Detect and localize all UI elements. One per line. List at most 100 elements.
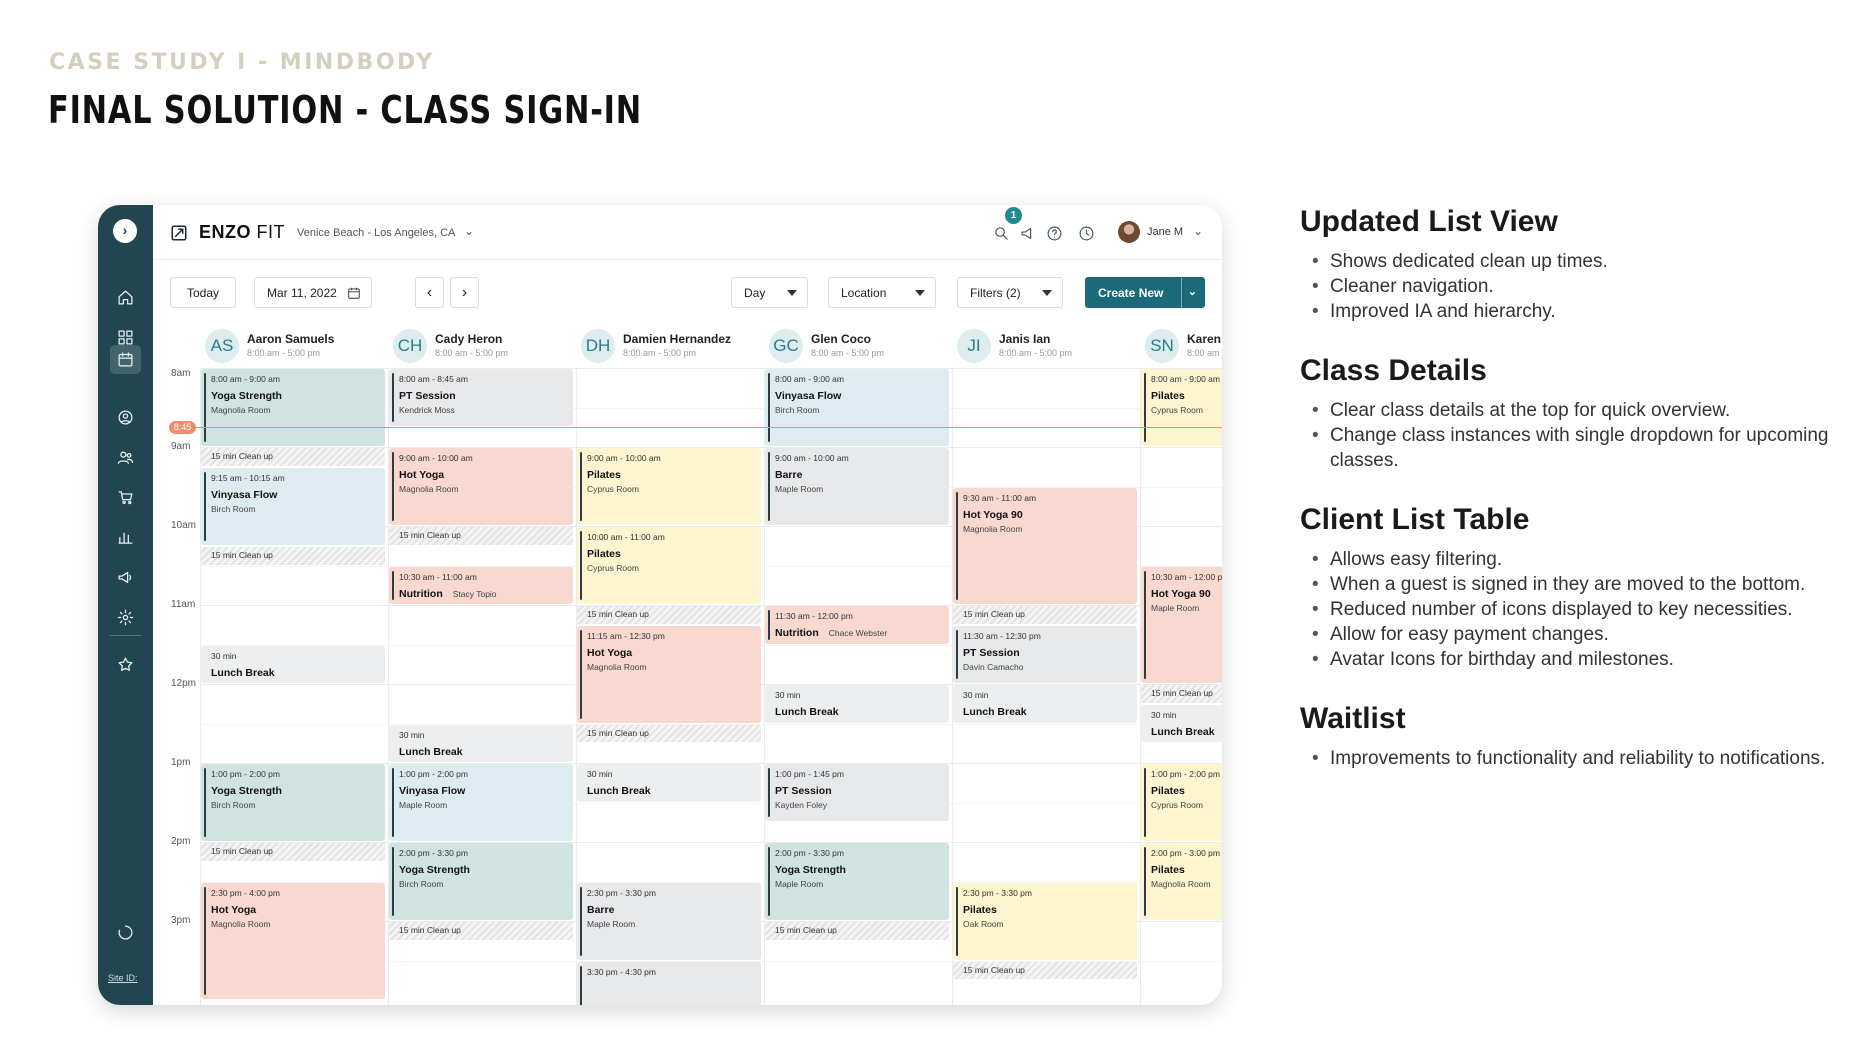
hour-label: 8am [171, 368, 191, 379]
clock-icon[interactable] [1075, 222, 1097, 244]
staff-name: Glen Coco [811, 332, 872, 346]
reports-icon[interactable] [113, 525, 138, 550]
class-event[interactable]: 8:00 am - 9:00 am Vinyasa Flow Birch Room [765, 369, 949, 446]
calendar-icon[interactable] [110, 345, 141, 374]
event-title: Nutrition Stacy Topio [399, 586, 568, 602]
staff-column-header[interactable]: GC Glen Coco 8:00 am - 5:00 pm [769, 325, 925, 367]
staff-icon[interactable] [113, 445, 138, 470]
logo-icon [170, 224, 188, 242]
cleanup-block[interactable]: 15 min Clean up [953, 961, 1137, 980]
cleanup-block[interactable]: 15 min Clean up [201, 843, 385, 861]
staff-column-header[interactable]: CH Cady Heron 8:00 am - 5:00 pm [393, 325, 549, 367]
class-event[interactable]: 10:00 am - 11:00 am Pilates Cyprus Room [577, 527, 761, 604]
star-icon[interactable] [113, 652, 138, 677]
event-time: 2:30 pm - 3:30 pm [963, 887, 1032, 898]
class-event[interactable]: 8:00 am - 9:00 am Yoga Strength Magnolia R… [201, 369, 385, 446]
cleanup-block[interactable]: 15 min Clean up [577, 724, 761, 743]
class-event[interactable]: 2:30 pm - 3:30 pm Pilates Oak Room [953, 882, 1137, 960]
cleanup-block[interactable]: 15 min Clean up [765, 922, 949, 940]
event-time: 15 min Clean up [399, 925, 461, 935]
announcement-icon[interactable] [1017, 222, 1039, 244]
event-room: Magnolia Room [963, 523, 1023, 534]
cleanup-block[interactable]: 15 min Clean up [577, 606, 761, 624]
cleanup-block[interactable]: 15 min Clean up [953, 606, 1137, 624]
hour-label: 3pm [171, 915, 191, 926]
brand-logo[interactable]: ENZO FIT [199, 222, 285, 243]
location-filter-select[interactable]: Location [828, 277, 936, 308]
cleanup-block[interactable]: 15 min Clean up [389, 922, 573, 940]
settings-icon[interactable] [113, 605, 138, 630]
chevron-down-icon[interactable]: ⌄ [1193, 224, 1203, 238]
event-title-text: Yoga Strength [775, 864, 846, 876]
previous-day-button[interactable]: ‹ [415, 277, 444, 308]
class-event[interactable]: 9:00 am - 10:00 am Pilates Cyprus Room [577, 448, 761, 525]
cleanup-block[interactable]: 15 min Clean up [201, 546, 385, 565]
chevron-down-icon[interactable]: ⌄ [1188, 285, 1197, 298]
lunch-break-block[interactable]: 30 min Lunch Break [1141, 704, 1222, 743]
class-event[interactable]: 9:00 am - 10:00 am Hot Yoga Magnolia Room [389, 448, 573, 525]
location-selector[interactable]: Venice Beach - Los Angeles, CA [297, 227, 455, 239]
lunch-break-block[interactable]: 30 min Lunch Break [389, 724, 573, 762]
client-icon[interactable] [113, 405, 138, 430]
calendar-icon[interactable] [347, 286, 361, 300]
note-item: Shows dedicated clean up times. [1300, 249, 1840, 274]
class-event[interactable]: 2:00 pm - 3:30 pm Yoga Strength Maple Room [765, 843, 949, 920]
view-select[interactable]: Day [731, 277, 808, 308]
event-room: Maple Room [399, 800, 448, 810]
event-room: Magnolia Room [211, 405, 271, 415]
event-title-text: Lunch Break [963, 706, 1027, 718]
filters-select[interactable]: Filters (2) [957, 277, 1063, 308]
lunch-break-block[interactable]: 30 min Lunch Break [765, 685, 949, 723]
cart-icon[interactable] [113, 485, 138, 510]
event-title: Lunch Break [211, 665, 380, 681]
lunch-break-block[interactable]: 30 min Lunch Break [201, 645, 385, 683]
staff-column-header[interactable]: DH Damien Hernandez 8:00 am - 5:00 pm [581, 325, 737, 367]
class-event[interactable]: 8:00 am - 9:00 am Pilates Cyprus Room [1141, 369, 1222, 446]
cleanup-block[interactable]: 15 min Clean up [389, 527, 573, 545]
date-picker-field[interactable]: Mar 11, 2022 [254, 277, 372, 308]
class-event[interactable]: 3:30 pm - 4:30 pm [577, 961, 761, 1005]
next-day-button[interactable]: › [450, 277, 479, 308]
sidebar-expand-button[interactable]: › [113, 219, 137, 243]
class-event[interactable]: 1:00 pm - 1:45 pm PT Session Kayden Foley [765, 764, 949, 822]
site-id-link[interactable]: Site ID: [108, 973, 138, 983]
staff-column-header[interactable]: SN Karen Smith 8:00 am - 5:00 pm [1145, 325, 1222, 367]
staff-column-header[interactable]: JI Janis Ian 8:00 am - 5:00 pm [957, 325, 1113, 367]
today-button[interactable]: Today [170, 277, 236, 308]
class-event[interactable]: 11:30 am - 12:00 pm Nutrition Chace Webste… [765, 606, 949, 644]
help-icon[interactable] [1043, 222, 1065, 244]
create-new-button[interactable]: Create New ⌄ [1085, 277, 1205, 309]
class-event[interactable]: 1:00 pm - 2:00 pm Vinyasa Flow Maple Room [389, 764, 573, 841]
class-event[interactable]: 1:00 pm - 2:00 pm Pilates Cyprus Room [1141, 764, 1222, 841]
lunch-break-block[interactable]: 30 min Lunch Break [577, 764, 761, 802]
event-room: Maple Room [775, 484, 824, 494]
class-event[interactable]: 10:30 am - 12:00 pm Hot Yoga 90 Maple Room [1141, 566, 1222, 683]
chevron-down-icon[interactable]: ⌄ [464, 224, 474, 238]
class-event[interactable]: 9:30 am - 11:00 am Hot Yoga 90 Magnolia Ro… [953, 487, 1137, 604]
marketing-icon[interactable] [113, 565, 138, 590]
search-icon[interactable] [990, 222, 1012, 244]
class-event[interactable]: 2:30 pm - 3:30 pm Barre Maple Room [577, 882, 761, 960]
note-section: Updated List View Shows dedicated clean u… [1300, 205, 1840, 324]
user-avatar[interactable] [1118, 221, 1140, 243]
class-event[interactable]: 2:30 pm - 4:00 pm Hot Yoga Magnolia Room [201, 882, 385, 999]
lunch-break-block[interactable]: 30 min Lunch Break [953, 685, 1137, 723]
event-title: Hot Yoga 90 [963, 507, 1132, 523]
cleanup-block[interactable]: 15 min Clean up [201, 448, 385, 466]
class-event[interactable]: 2:00 pm - 3:00 pm Pilates Magnolia Room [1141, 843, 1222, 920]
event-title-text: Nutrition [775, 627, 819, 639]
class-event[interactable]: 1:00 pm - 2:00 pm Yoga Strength Birch Room [201, 764, 385, 841]
class-event[interactable]: 11:15 am - 12:30 pm Hot Yoga Magnolia Room [577, 625, 761, 723]
class-event[interactable]: 11:30 am - 12:30 pm PT Session Davin Camac… [953, 625, 1137, 683]
event-title-text: Barre [775, 469, 803, 481]
cleanup-block[interactable]: 15 min Clean up [1141, 685, 1222, 703]
event-title-text: PT Session [775, 785, 832, 797]
staff-column-header[interactable]: AS Aaron Samuels 8:00 am - 5:00 pm [205, 325, 361, 367]
class-event[interactable]: 8:00 am - 8:45 am PT Session Kendrick Moss [389, 369, 573, 427]
user-name[interactable]: Jane M [1147, 226, 1183, 238]
class-event[interactable]: 9:00 am - 10:00 am Barre Maple Room [765, 448, 949, 525]
class-event[interactable]: 10:30 am - 11:00 am Nutrition Stacy Topio [389, 566, 573, 604]
home-icon[interactable] [113, 285, 138, 310]
class-event[interactable]: 2:00 pm - 3:30 pm Yoga Strength Birch Room [389, 843, 573, 920]
class-event[interactable]: 9:15 am - 10:15 am Vinyasa Flow Birch Room [201, 467, 385, 545]
